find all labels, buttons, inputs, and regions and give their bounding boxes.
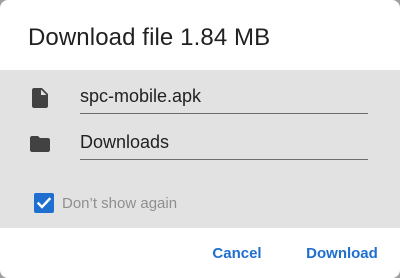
dialog-body: spc-mobile.apk Downloads Don’t show agai… — [0, 70, 400, 228]
location-row: Downloads — [0, 122, 400, 162]
dont-show-again-checkbox[interactable] — [34, 193, 54, 213]
location-field[interactable]: Downloads — [80, 122, 368, 160]
download-button[interactable]: Download — [305, 238, 379, 268]
file-name-row: spc-mobile.apk — [0, 76, 400, 116]
download-dialog: Download file 1.84 MB spc-mobile.apk Dow… — [0, 0, 400, 278]
dialog-title: Download file 1.84 MB — [28, 24, 271, 51]
dont-show-again-label: Don’t show again — [62, 195, 178, 212]
location-value: Downloads — [80, 132, 170, 152]
file-name-field[interactable]: spc-mobile.apk — [80, 76, 368, 114]
file-name-value: spc-mobile.apk — [80, 86, 202, 106]
dont-show-again-option[interactable]: Don’t show again — [34, 193, 254, 215]
checkmark-icon — [36, 197, 52, 209]
cancel-button[interactable]: Cancel — [210, 238, 264, 268]
dialog-actions: Cancel Download — [0, 228, 400, 278]
folder-icon — [28, 132, 52, 156]
file-icon — [28, 86, 52, 110]
